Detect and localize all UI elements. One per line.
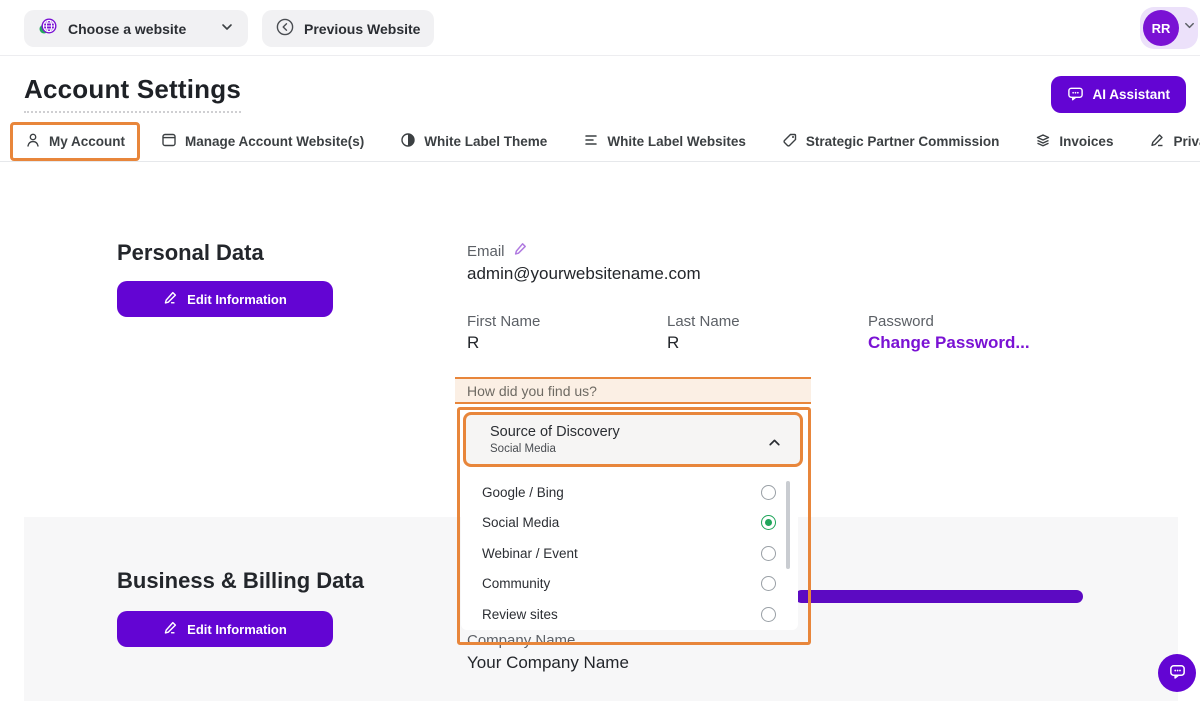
arrow-left-circle-icon	[276, 18, 294, 39]
email-field: Email	[467, 241, 528, 261]
tab-strategic-partner-commission[interactable]: Strategic Partner Commission	[767, 122, 1015, 161]
option-label: Webinar / Event	[482, 546, 761, 561]
chat-bubble-icon	[1067, 85, 1084, 105]
tab-privacy-consents[interactable]: Privacy Consents	[1134, 122, 1200, 161]
chat-widget-button[interactable]	[1158, 654, 1196, 692]
tab-white-label-websites[interactable]: White Label Websites	[568, 122, 761, 161]
browser-icon	[161, 132, 177, 151]
options-scrollbar[interactable]	[786, 481, 790, 569]
tab-label: White Label Websites	[607, 134, 746, 149]
tab-label: Strategic Partner Commission	[806, 134, 1000, 149]
chevron-down-icon	[1183, 19, 1196, 37]
layers-icon	[1035, 132, 1051, 151]
chevron-down-icon	[220, 20, 234, 37]
select-selected-value: Social Media	[490, 443, 620, 455]
tab-my-account[interactable]: My Account	[10, 122, 140, 161]
radio-button[interactable]	[761, 607, 776, 622]
company-name-label: Company Name	[467, 632, 575, 649]
edit-button-label: Edit Information	[187, 292, 287, 307]
ai-assistant-label: AI Assistant	[1092, 87, 1170, 102]
tab-label: White Label Theme	[424, 134, 547, 149]
contrast-icon	[400, 132, 416, 151]
radio-button[interactable]	[761, 546, 776, 561]
option-label: Community	[482, 576, 761, 591]
email-value: admin@yourwebsitename.com	[467, 264, 701, 284]
edit-email-icon[interactable]	[513, 241, 528, 261]
tab-label: Invoices	[1059, 134, 1113, 149]
option-label: Review sites	[482, 607, 761, 622]
source-of-discovery-select[interactable]: Source of Discovery Social Media	[463, 412, 803, 467]
account-settings-page: Choose a website Previous Website RR Acc…	[0, 0, 1200, 701]
source-of-discovery-options: Google / Bing Social Media Webinar / Eve…	[461, 477, 798, 630]
password-label: Password	[868, 313, 934, 330]
purple-divider-bar	[795, 590, 1083, 603]
tab-label: My Account	[49, 134, 125, 149]
user-icon	[25, 132, 41, 151]
topbar: Choose a website Previous Website RR	[0, 0, 1200, 56]
tab-manage-account-websites[interactable]: Manage Account Website(s)	[146, 122, 379, 161]
option-community[interactable]: Community	[461, 569, 798, 600]
tab-white-label-theme[interactable]: White Label Theme	[385, 122, 562, 161]
page-title: Account Settings	[24, 74, 241, 113]
chat-bubble-icon	[1168, 662, 1187, 684]
tag-icon	[782, 132, 798, 151]
how-did-you-find-us-banner: How did you find us?	[455, 377, 811, 404]
edit-personal-information-button[interactable]: Edit Information	[117, 281, 333, 317]
tab-label: Privacy Consents	[1173, 134, 1200, 149]
edit-button-label: Edit Information	[187, 622, 287, 637]
first-name-label: First Name	[467, 313, 540, 330]
edit-business-information-button[interactable]: Edit Information	[117, 611, 333, 647]
previous-website-label: Previous Website	[304, 21, 420, 37]
choose-website-label: Choose a website	[68, 21, 186, 37]
globe-icon	[38, 17, 58, 40]
pencil-icon	[163, 620, 178, 638]
first-name-value: R	[467, 333, 479, 353]
last-name-value: R	[667, 333, 679, 353]
previous-website-button[interactable]: Previous Website	[262, 10, 434, 47]
pencil-icon	[1149, 132, 1165, 151]
personal-data-title: Personal Data	[117, 240, 264, 266]
tab-invoices[interactable]: Invoices	[1020, 122, 1128, 161]
option-label: Social Media	[482, 515, 761, 530]
option-webinar-event[interactable]: Webinar / Event	[461, 538, 798, 569]
account-menu[interactable]: RR	[1140, 7, 1198, 49]
radio-button[interactable]	[761, 576, 776, 591]
chevron-up-icon	[767, 435, 782, 455]
radio-button[interactable]	[761, 485, 776, 500]
align-lines-icon	[583, 132, 599, 151]
settings-tab-bar: My Account Manage Account Website(s) Whi…	[0, 122, 1200, 162]
option-social-media[interactable]: Social Media	[461, 508, 798, 539]
radio-button[interactable]	[761, 515, 776, 530]
ai-assistant-button[interactable]: AI Assistant	[1051, 76, 1186, 113]
select-label: Source of Discovery	[490, 424, 620, 440]
company-name-value: Your Company Name	[467, 653, 629, 673]
option-review-sites[interactable]: Review sites	[461, 599, 798, 630]
email-label: Email	[467, 243, 505, 260]
pencil-icon	[163, 290, 178, 308]
tab-label: Manage Account Website(s)	[185, 134, 364, 149]
option-label: Google / Bing	[482, 485, 761, 500]
last-name-label: Last Name	[667, 313, 740, 330]
business-data-title: Business & Billing Data	[117, 568, 364, 594]
choose-website-dropdown[interactable]: Choose a website	[24, 10, 248, 47]
change-password-link[interactable]: Change Password...	[868, 333, 1030, 353]
option-google-bing[interactable]: Google / Bing	[461, 477, 798, 508]
avatar: RR	[1143, 10, 1179, 46]
